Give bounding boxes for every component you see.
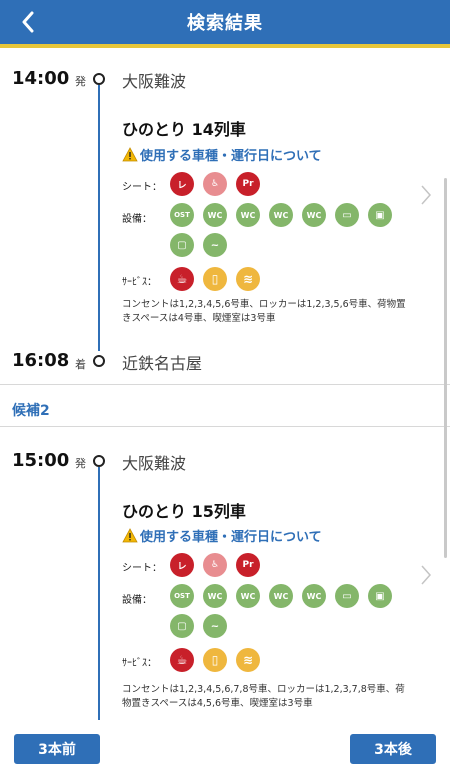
reserved-seat-icon: レ (170, 553, 194, 577)
divider (0, 384, 450, 385)
prev-trains-button[interactable]: 3本前 (14, 734, 100, 764)
page-title: 検索結果 (187, 13, 263, 34)
mens-wc-icon: WC (236, 584, 260, 608)
train-name: ひのとり 14列車 (122, 120, 246, 139)
mens-wc-icon: WC (236, 203, 260, 227)
vehicle-notice-text: 使用する車種・運行日について (140, 149, 322, 164)
wheelchair-icon: ♿ (203, 553, 227, 577)
seat-icons: レ ♿ Pr (170, 172, 260, 196)
service-icons: ☕ ▯ ≋ (170, 648, 260, 672)
service-icons: ☕ ▯ ≋ (170, 267, 260, 291)
facility-note: コンセントは1,2,3,4,5,6号車、ロッカーは1,2,3,5,6号車、荷物置… (122, 299, 406, 324)
arrival-mark: 着 (75, 358, 86, 371)
departure-mark: 発 (75, 75, 86, 88)
chevron-right-icon[interactable] (421, 565, 432, 589)
ostomate-icon: OST (170, 584, 194, 608)
departure-mark: 発 (75, 457, 86, 470)
arrival-dot (93, 355, 105, 367)
departure-dot (93, 455, 105, 467)
facility-label: 設備： (122, 214, 152, 225)
wifi-icon: ≋ (236, 648, 260, 672)
route-line (98, 467, 100, 720)
accessible-wc-icon: WC (302, 584, 326, 608)
service-label: ｻｰﾋﾞｽ： (122, 277, 157, 288)
header-bar: 検索結果 (0, 0, 450, 44)
scrollbar[interactable] (444, 178, 447, 558)
toilet-icon: ▭ (335, 203, 359, 227)
restroom-icon: WC (203, 584, 227, 608)
departure-time: 15:00 (12, 450, 70, 471)
train-name: ひのとり 15列車 (122, 502, 246, 521)
coffee-icon: ☕ (170, 648, 194, 672)
seat-icons: レ ♿ Pr (170, 553, 260, 577)
facility-icons-row1: OST WC WC WC WC ▭ ▣ (170, 203, 392, 227)
facility-label: 設備： (122, 595, 152, 606)
wifi-icon: ≋ (236, 267, 260, 291)
candidate-label: 候補2 (12, 403, 50, 419)
arrival-station: 近鉄名古屋 (122, 354, 203, 373)
service-label: ｻｰﾋﾞｽ： (122, 658, 157, 669)
vending-icon: ▯ (203, 267, 227, 291)
seat-label: シート： (122, 563, 162, 574)
departure-station: 大阪難波 (122, 454, 187, 473)
results-list[interactable]: 14:00 発 大阪難波 ひのとり 14列車 使用する車種・運行日について シー… (0, 48, 450, 720)
premium-seat-icon: Pr (236, 172, 260, 196)
womens-wc-icon: WC (269, 584, 293, 608)
vehicle-notice-link[interactable]: 使用する車種・運行日について (122, 526, 322, 545)
restroom-icon: WC (203, 203, 227, 227)
reserved-seat-icon: レ (170, 172, 194, 196)
footer-bar: 3本前 3本後 (0, 720, 450, 780)
route-card-1[interactable]: 14:00 発 大阪難波 ひのとり 14列車 使用する車種・運行日について シー… (0, 48, 450, 378)
warning-icon (122, 147, 138, 162)
warning-icon (122, 528, 138, 543)
smoking-room-icon: ~ (203, 614, 227, 638)
back-button[interactable] (10, 6, 46, 38)
arrival-time: 16:08 (12, 350, 70, 371)
vending-icon: ▯ (203, 648, 227, 672)
chevron-right-icon[interactable] (421, 185, 432, 209)
wheelchair-icon: ♿ (203, 172, 227, 196)
luggage-icon: ▢ (170, 233, 194, 257)
facility-icons-row1: OST WC WC WC WC ▭ ▣ (170, 584, 392, 608)
accessible-wc-icon: WC (302, 203, 326, 227)
departure-station: 大阪難波 (122, 72, 187, 91)
facility-icons-row2: ▢ ~ (170, 233, 227, 257)
locker-icon: ▣ (368, 584, 392, 608)
coffee-icon: ☕ (170, 267, 194, 291)
divider (0, 426, 450, 427)
smoking-room-icon: ~ (203, 233, 227, 257)
luggage-icon: ▢ (170, 614, 194, 638)
vehicle-notice-text: 使用する車種・運行日について (140, 530, 322, 545)
next-trains-button[interactable]: 3本後 (350, 734, 436, 764)
ostomate-icon: OST (170, 203, 194, 227)
facility-note: コンセントは1,2,3,4,5,6,7,8号車、ロッカーは1,2,3,7,8号車… (122, 684, 405, 709)
toilet-icon: ▭ (335, 584, 359, 608)
departure-time: 14:00 (12, 68, 70, 89)
locker-icon: ▣ (368, 203, 392, 227)
route-card-2[interactable]: 15:00 発 大阪難波 ひのとり 15列車 使用する車種・運行日について シー… (0, 430, 450, 720)
premium-seat-icon: Pr (236, 553, 260, 577)
seat-label: シート： (122, 182, 162, 193)
chevron-left-icon (22, 11, 34, 33)
departure-dot (93, 73, 105, 85)
vehicle-notice-link[interactable]: 使用する車種・運行日について (122, 145, 322, 164)
facility-icons-row2: ▢ ~ (170, 614, 227, 638)
womens-wc-icon: WC (269, 203, 293, 227)
route-line (98, 85, 100, 351)
